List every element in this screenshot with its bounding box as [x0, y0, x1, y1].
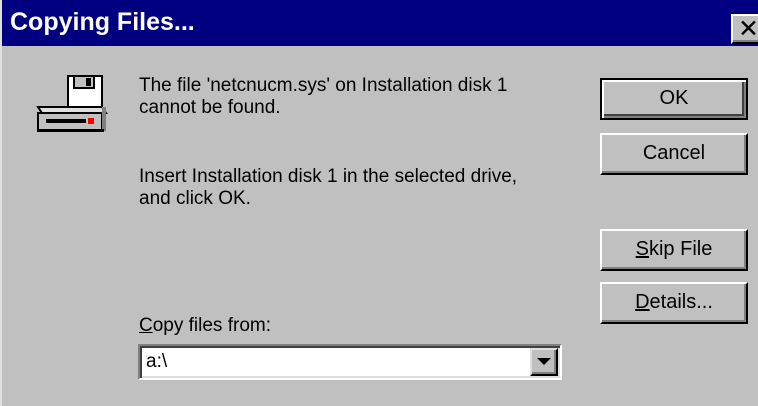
close-icon: ✕ — [738, 14, 758, 43]
close-button[interactable]: ✕ — [731, 14, 758, 44]
copying-files-dialog: Copying Files... ✕ The file 'netcnucm.sy… — [0, 0, 758, 406]
window-title: Copying Files... — [10, 8, 195, 36]
skip-file-button[interactable]: Skip File — [600, 229, 748, 271]
instruction-message: Insert Installation disk 1 in the select… — [139, 166, 518, 209]
details-button[interactable]: Details... — [600, 282, 748, 324]
error-message: The file 'netcnucm.sys' on Installation … — [139, 75, 508, 118]
copy-files-from-label: Copy files from: — [139, 315, 271, 336]
combobox-value[interactable]: a:\ — [146, 351, 167, 373]
ok-button[interactable]: OK — [600, 78, 748, 120]
copy-files-from-combobox[interactable]: a:\ — [138, 344, 562, 380]
dropdown-arrow-icon — [537, 358, 551, 365]
cancel-button[interactable]: Cancel — [600, 133, 748, 175]
dropdown-arrow-button[interactable] — [530, 348, 558, 376]
floppy-drive-icon — [36, 75, 108, 132]
title-bar: Copying Files... ✕ — [2, 0, 758, 46]
